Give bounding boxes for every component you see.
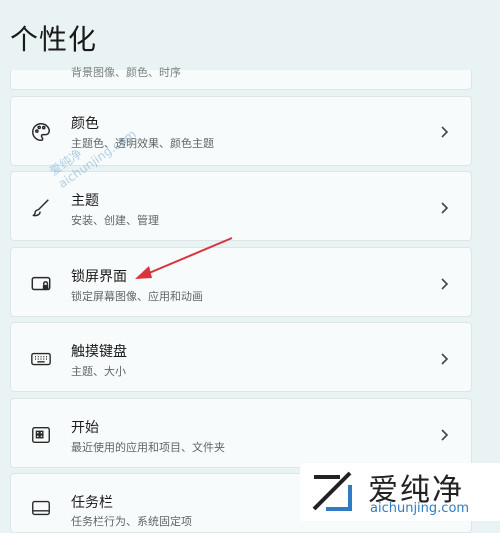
settings-item-subtitle: 最近使用的应用和项目、文件夹 (71, 441, 225, 454)
palette-icon (29, 120, 53, 144)
keyboard-icon (29, 347, 53, 371)
settings-item-subtitle: 背景图像、颜色、时序 (71, 66, 181, 79)
corner-watermark: 爱纯净 aichunjing.com (300, 463, 500, 521)
page-title: 个性化 (10, 23, 98, 56)
watermark-logo-icon (312, 471, 352, 511)
settings-item-background[interactable]: 背景图像、颜色、时序 (10, 66, 472, 90)
chevron-right-icon (439, 126, 451, 138)
taskbar-icon (29, 496, 53, 520)
chevron-right-icon (439, 429, 451, 441)
chevron-right-icon (439, 353, 451, 365)
settings-item-subtitle: 任务栏行为、系统固定项 (71, 515, 192, 528)
watermark-url: aichunjing.com (370, 501, 470, 516)
settings-item-title: 触摸键盘 (71, 344, 127, 360)
settings-item-subtitle: 锁定屏幕图像、应用和动画 (71, 290, 203, 303)
settings-item-touch-keyboard[interactable]: 触摸键盘 主题、大小 (10, 322, 472, 392)
settings-item-title: 锁屏界面 (71, 269, 127, 285)
chevron-right-icon (439, 278, 451, 290)
lock-screen-icon (29, 272, 53, 296)
settings-item-title: 开始 (71, 420, 99, 436)
settings-item-subtitle: 主题、大小 (71, 365, 126, 378)
settings-item-title: 任务栏 (71, 495, 113, 511)
settings-item-start[interactable]: 开始 最近使用的应用和项目、文件夹 (10, 398, 472, 468)
start-icon (29, 423, 53, 447)
brush-icon (29, 196, 53, 220)
settings-item-lock-screen[interactable]: 锁屏界面 锁定屏幕图像、应用和动画 (10, 247, 472, 317)
chevron-right-icon (439, 202, 451, 214)
